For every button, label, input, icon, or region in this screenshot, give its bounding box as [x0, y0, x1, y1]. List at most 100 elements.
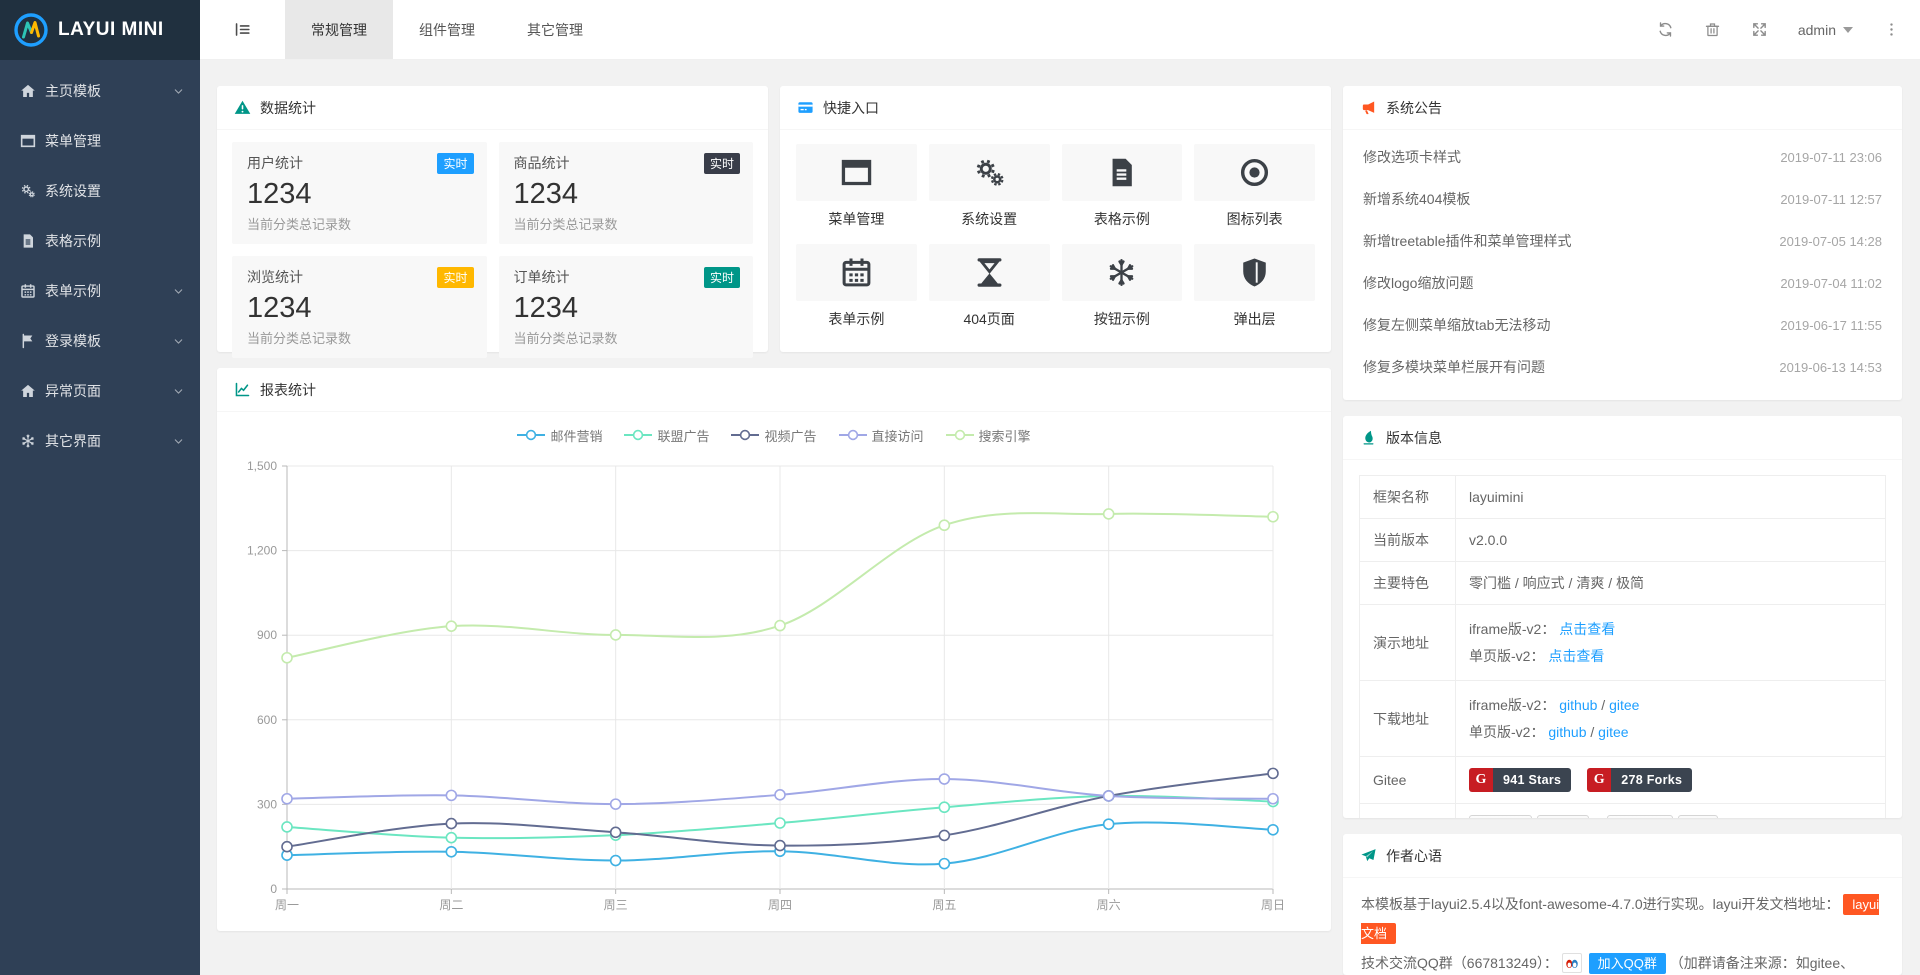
- svg-text:900: 900: [257, 628, 277, 642]
- file-icon: [20, 233, 36, 249]
- github-widgets: Star 1,419 Fork 440: [1456, 804, 1886, 818]
- stat-value: 1234: [247, 178, 472, 211]
- legend-item[interactable]: 视频广告: [731, 426, 816, 445]
- sidebar-menu: 主页模板菜单管理系统设置表格示例表单示例登录模板异常页面其它界面: [0, 60, 200, 466]
- user-dropdown[interactable]: admin: [1798, 22, 1853, 38]
- demo-iframe-link[interactable]: 点击查看: [1559, 621, 1615, 637]
- sidebar-item-label: 表格示例: [45, 231, 101, 251]
- quick-entry-button-example[interactable]: 按钮示例: [1062, 244, 1183, 329]
- panel-report-header: 报表统计: [217, 368, 1331, 412]
- svg-text:1,500: 1,500: [247, 459, 277, 473]
- tab-components[interactable]: 组件管理: [393, 0, 501, 59]
- github-fork-button[interactable]: Fork: [1607, 815, 1673, 818]
- app-logo[interactable]: LAYUI MINI: [0, 0, 200, 60]
- window-icon: [796, 144, 917, 201]
- dot-circle-icon: [1194, 144, 1315, 201]
- sidebar-item-home-template[interactable]: 主页模板: [0, 66, 200, 116]
- svg-text:周日: 周日: [1261, 898, 1285, 912]
- sidebar-item-system-settings[interactable]: 系统设置: [0, 166, 200, 216]
- gitee-stars-badge[interactable]: G 941 Stars: [1469, 768, 1571, 792]
- sidebar-item-label: 异常页面: [45, 381, 101, 401]
- svg-text:1,200: 1,200: [247, 544, 277, 558]
- legend-marker: [624, 429, 652, 441]
- username: admin: [1798, 22, 1836, 38]
- gears-icon: [929, 144, 1050, 201]
- sidebar-item-login-template[interactable]: 登录模板: [0, 316, 200, 366]
- quick-entry-label: 菜单管理: [796, 209, 917, 229]
- quick-entry-label: 弹出层: [1194, 309, 1315, 329]
- quick-entry-form-example[interactable]: 表单示例: [796, 244, 917, 329]
- github-star-count[interactable]: 1,419: [1537, 815, 1588, 818]
- gitee-forks-badge[interactable]: G 278 Forks: [1587, 768, 1692, 792]
- sidebar-item-error-pages[interactable]: 异常页面: [0, 366, 200, 416]
- panel-title: 版本信息: [1386, 428, 1442, 448]
- chart-area: 03006009001,2001,500周一周二周三周四周五周六周日: [229, 452, 1319, 923]
- stat-card: 订单统计实时1234当前分类总记录数: [499, 256, 754, 358]
- gitee-logo-icon: G: [1587, 768, 1611, 792]
- chevron-down-icon: [1843, 27, 1853, 33]
- quick-entry-menu-management[interactable]: 菜单管理: [796, 144, 917, 229]
- sidebar-item-table-example[interactable]: 表格示例: [0, 216, 200, 266]
- legend-item[interactable]: 联盟广告: [624, 426, 709, 445]
- tab-other[interactable]: 其它管理: [501, 0, 609, 59]
- quick-entry-table-example[interactable]: 表格示例: [1062, 144, 1183, 229]
- join-qq-group-badge[interactable]: 加入QQ群: [1589, 953, 1666, 974]
- github-fork-widget: Fork 440: [1607, 815, 1719, 818]
- quick-grid: 菜单管理系统设置表格示例图标列表表单示例404页面按钮示例弹出层: [780, 130, 1331, 343]
- announcement-item[interactable]: 新增treetable插件和菜单管理样式2019-07-05 14:28: [1361, 220, 1884, 262]
- sidebar-item-label: 菜单管理: [45, 131, 101, 151]
- quick-entry-system-settings[interactable]: 系统设置: [929, 144, 1050, 229]
- legend-item[interactable]: 邮件营销: [517, 426, 602, 445]
- sidebar-item-other-interface[interactable]: 其它界面: [0, 416, 200, 466]
- fullscreen-icon[interactable]: [1751, 21, 1768, 38]
- header: 常规管理组件管理其它管理 admin: [200, 0, 1920, 60]
- tab-general[interactable]: 常规管理: [285, 0, 393, 59]
- panel-announcements-header: 系统公告: [1343, 86, 1902, 130]
- main-content: 数据统计 用户统计实时1234当前分类总记录数商品统计实时1234当前分类总记录…: [200, 60, 1920, 975]
- collapse-menu-button[interactable]: [200, 0, 285, 59]
- stat-caption: 当前分类总记录数: [247, 214, 472, 233]
- download-github-link[interactable]: github: [1559, 697, 1597, 713]
- announcement-item[interactable]: 修复多模块菜单栏展开有问题2019-06-13 14:53: [1361, 346, 1884, 388]
- announcement-item[interactable]: 新增系统404模板2019-07-11 12:57: [1361, 178, 1884, 220]
- stat-caption: 当前分类总记录数: [514, 214, 739, 233]
- trash-icon[interactable]: [1704, 21, 1721, 38]
- announcement-time: 2019-06-13 14:53: [1779, 360, 1882, 375]
- chevron-down-icon: [173, 86, 184, 97]
- sidebar-item-menu-management[interactable]: 菜单管理: [0, 116, 200, 166]
- stat-value: 1234: [514, 178, 739, 211]
- download-gitee-link[interactable]: gitee: [1609, 697, 1639, 713]
- quick-entry-label: 图标列表: [1194, 209, 1315, 229]
- legend-item[interactable]: 搜索引擎: [946, 426, 1031, 445]
- status-badge: 实时: [704, 267, 740, 288]
- stat-caption: 当前分类总记录数: [514, 328, 739, 347]
- quick-entry-icon-list[interactable]: 图标列表: [1194, 144, 1315, 229]
- legend-marker: [946, 429, 974, 441]
- announcement-item[interactable]: 修改logo缩放问题2019-07-04 11:02: [1361, 262, 1884, 304]
- refresh-icon[interactable]: [1657, 21, 1674, 38]
- svg-text:周四: 周四: [768, 898, 792, 912]
- sidebar-item-label: 系统设置: [45, 181, 101, 201]
- announcement-item[interactable]: 修改选项卡样式2019-07-11 23:06: [1361, 136, 1884, 178]
- demo-spa-link[interactable]: 点击查看: [1548, 648, 1604, 664]
- download-github-link[interactable]: github: [1548, 724, 1586, 740]
- sidebar-item-form-example[interactable]: 表单示例: [0, 266, 200, 316]
- sidebar-item-label: 表单示例: [45, 281, 101, 301]
- more-vertical-icon[interactable]: [1883, 21, 1900, 38]
- download-gitee-link[interactable]: gitee: [1598, 724, 1628, 740]
- github-fork-count[interactable]: 440: [1678, 815, 1719, 818]
- gears-icon: [20, 183, 36, 199]
- github-star-button[interactable]: Star: [1469, 815, 1532, 818]
- author-words-text: 本模板基于layui2.5.4以及font-awesome-4.7.0进行实现。…: [1343, 878, 1902, 975]
- shield-icon: [1194, 244, 1315, 301]
- quick-entry-page-404[interactable]: 404页面: [929, 244, 1050, 329]
- sidebar-item-label: 其它界面: [45, 431, 101, 451]
- download-links: iframe版-v2： github / gitee 单页版-v2： githu…: [1456, 681, 1886, 757]
- quick-entry-popup-layer[interactable]: 弹出层: [1194, 244, 1315, 329]
- header-actions: admin: [1657, 0, 1920, 59]
- chevron-down-icon: [173, 386, 184, 397]
- announcement-item[interactable]: 修复左侧菜单缩放tab无法移动2019-06-17 11:55: [1361, 304, 1884, 346]
- legend-item[interactable]: 直接访问: [839, 426, 924, 445]
- quick-entry-label: 表格示例: [1062, 209, 1183, 229]
- warning-triangle-icon: [234, 99, 251, 116]
